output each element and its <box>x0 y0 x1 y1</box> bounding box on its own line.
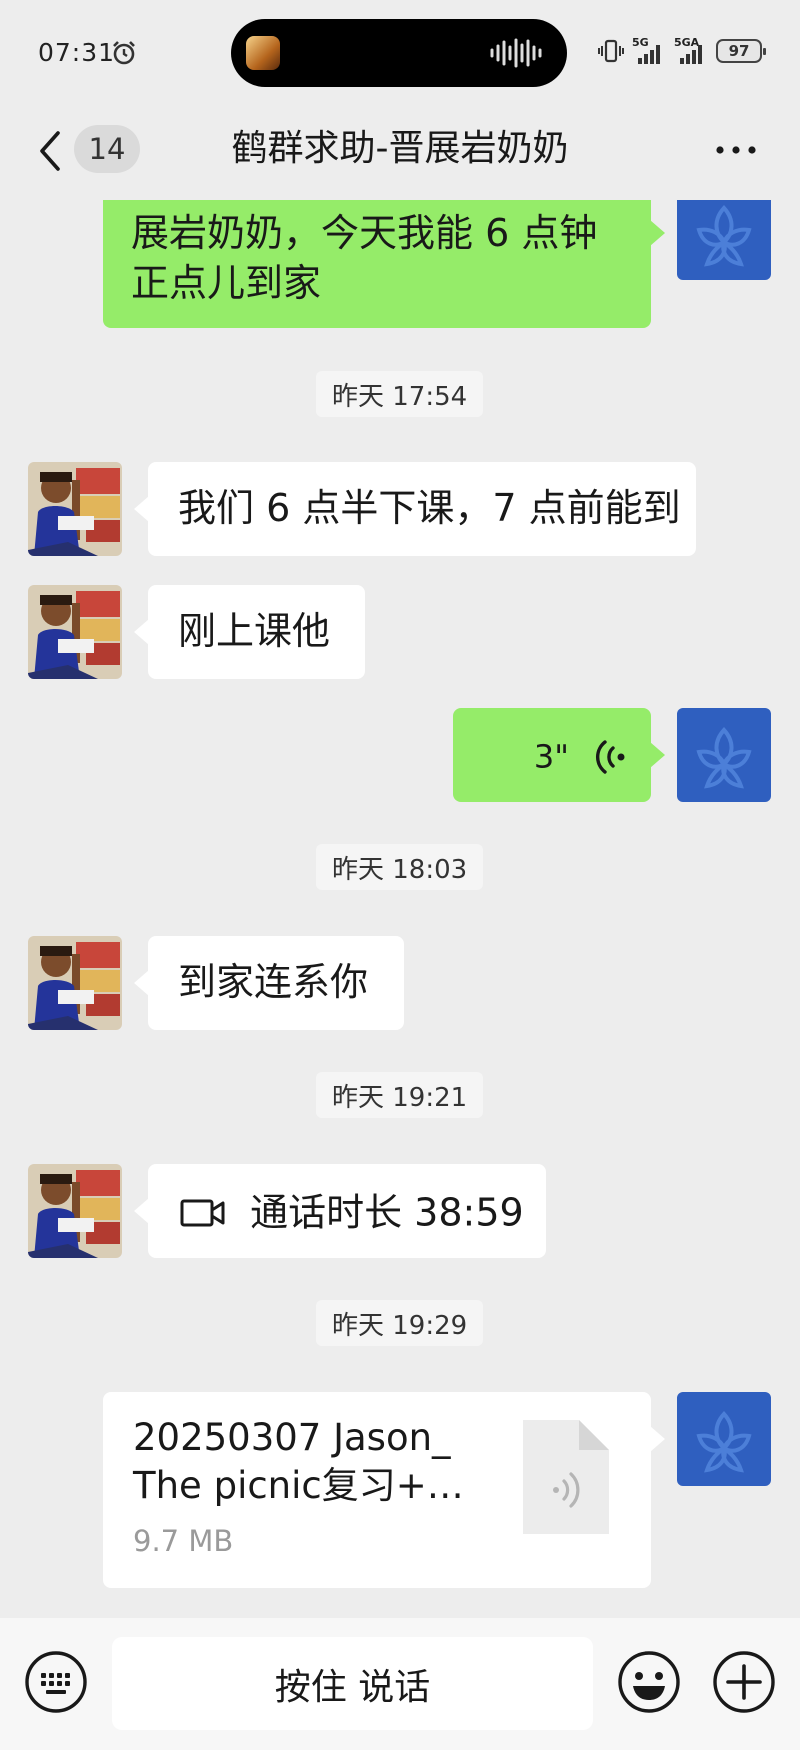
file-name-line: The picnic复习+… <box>133 1464 464 1507</box>
message-text: 我们 6 点半下课，7 点前能到 <box>178 486 681 530</box>
timestamp: 昨天 19:29 <box>316 1300 484 1346</box>
file-name-line: 20250307 Jason_ <box>133 1416 451 1459</box>
keyboard-icon[interactable] <box>24 1650 88 1714</box>
message-text: 展岩奶奶，今天我能 6 点钟 <box>131 211 598 255</box>
app-thumbnail-icon <box>246 36 280 70</box>
input-bar: 按住 说话 <box>0 1618 800 1750</box>
self-avatar[interactable] <box>677 200 771 280</box>
dynamic-island[interactable] <box>231 19 567 87</box>
message-bubble-outgoing[interactable]: 展岩奶奶，今天我能 6 点钟 正点儿到家 <box>103 200 665 328</box>
voice-message-bubble[interactable]: 3" <box>453 708 665 802</box>
chat-title: 鹤群求助-晋展岩奶奶 <box>231 128 569 169</box>
contact-avatar[interactable] <box>28 585 122 679</box>
call-duration-text: 通话时长 38:59 <box>250 1190 524 1235</box>
contact-avatar[interactable] <box>28 462 122 556</box>
timestamp: 昨天 19:21 <box>316 1072 484 1118</box>
message-bubble-incoming[interactable]: 到家连系你 <box>134 936 404 1030</box>
self-avatar[interactable] <box>677 1392 771 1486</box>
signal-icon: 5GA <box>674 36 708 66</box>
video-call-icon <box>180 1199 225 1226</box>
chat-header: 14 鹤群求助-晋展岩奶奶 <box>0 105 800 200</box>
timestamp: 昨天 17:54 <box>316 371 484 417</box>
signal-icon: 5G <box>632 36 666 66</box>
file-message-bubble[interactable]: 20250307 Jason_ The picnic复习+… 9.7 MB <box>103 1392 665 1588</box>
audio-file-icon <box>523 1420 609 1534</box>
voice-duration: 3" <box>533 737 569 776</box>
timestamp: 昨天 18:03 <box>316 844 484 890</box>
back-chevron-icon[interactable] <box>30 123 70 179</box>
contact-avatar[interactable] <box>28 1164 122 1258</box>
message-list[interactable]: 展岩奶奶，今天我能 6 点钟 正点儿到家 昨天 17:54 我们 6 点半下课，… <box>0 200 800 1618</box>
more-icon[interactable] <box>712 135 760 165</box>
contact-avatar[interactable] <box>28 936 122 1030</box>
status-bar: 07:31 5G 5GA 97 <box>0 0 800 105</box>
message-text: 到家连系你 <box>178 960 369 1004</box>
status-icons: 5G 5GA 97 <box>598 36 766 66</box>
status-time: 07:31 <box>38 38 116 67</box>
voice-wave-icon <box>595 739 625 774</box>
file-size: 9.7 MB <box>133 1524 234 1558</box>
message-text: 刚上课他 <box>178 609 331 653</box>
self-avatar[interactable] <box>677 708 771 802</box>
message-text: 正点儿到家 <box>131 261 322 305</box>
battery-indicator: 97 <box>716 39 766 63</box>
emoji-icon[interactable] <box>617 1650 681 1714</box>
plus-icon[interactable] <box>712 1650 776 1714</box>
video-call-record[interactable]: 通话时长 38:59 <box>134 1164 546 1258</box>
file-name: 20250307 Jason_ The picnic复习+… <box>133 1414 464 1510</box>
message-bubble-incoming[interactable]: 刚上课他 <box>134 585 365 679</box>
alarm-icon <box>113 41 135 65</box>
hold-to-talk-button[interactable]: 按住 说话 <box>112 1637 593 1730</box>
message-bubble-incoming[interactable]: 我们 6 点半下课，7 点前能到 <box>134 462 696 556</box>
vibrate-icon <box>598 39 624 63</box>
soundwave-icon <box>490 38 542 68</box>
